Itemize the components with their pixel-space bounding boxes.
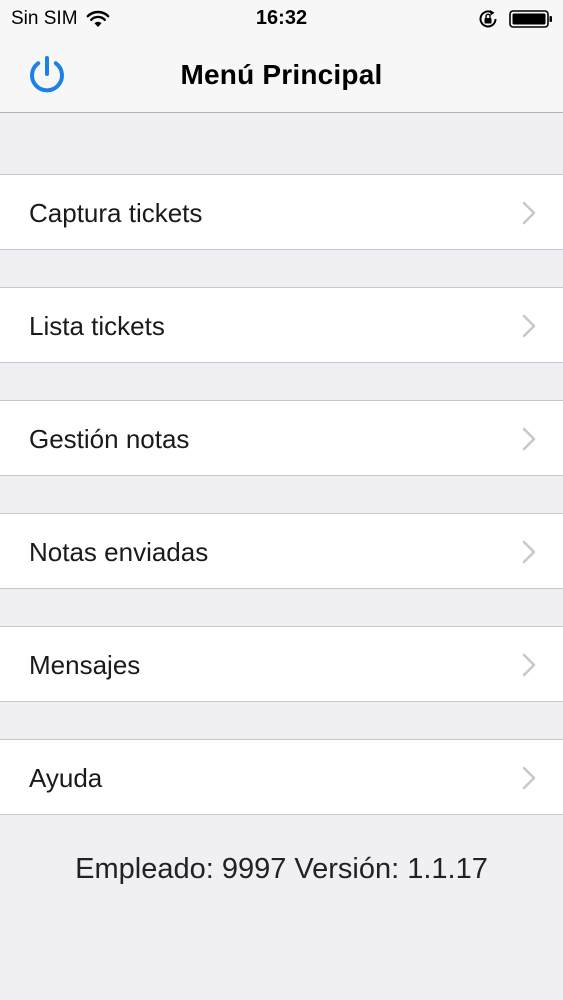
menu-item-label: Mensajes [29,650,141,680]
employee-version-info: Empleado: 9997 Versión: 1.1.17 [75,853,488,885]
menu-item-captura-tickets[interactable]: Captura tickets [0,174,563,250]
navigation-bar: Menú Principal [0,38,563,113]
menu-item-label: Gestión notas [29,424,190,454]
rotation-lock-icon [479,10,497,28]
menu-item-lista-tickets[interactable]: Lista tickets [0,287,563,363]
battery-icon [509,10,552,28]
chevron-right-icon [522,540,536,564]
status-bar: Sin SIM 16:32 [0,0,563,38]
menu-item-notas-enviadas[interactable]: Notas enviadas [0,513,563,589]
page-title: Menú Principal [180,59,383,90]
menu-item-label: Lista tickets [29,311,165,341]
menu-item-ayuda[interactable]: Ayuda [0,739,563,815]
menu-item-label: Captura tickets [29,198,203,228]
chevron-right-icon [522,766,536,790]
chevron-right-icon [522,314,536,338]
menu-item-label: Notas enviadas [29,537,209,567]
chevron-right-icon [522,653,536,677]
menu-item-mensajes[interactable]: Mensajes [0,626,563,702]
status-indicators [477,8,553,30]
menu-item-gestion-notas[interactable]: Gestión notas [0,400,563,476]
chevron-right-icon [522,201,536,225]
menu-item-label: Ayuda [29,763,103,793]
chevron-right-icon [522,427,536,451]
